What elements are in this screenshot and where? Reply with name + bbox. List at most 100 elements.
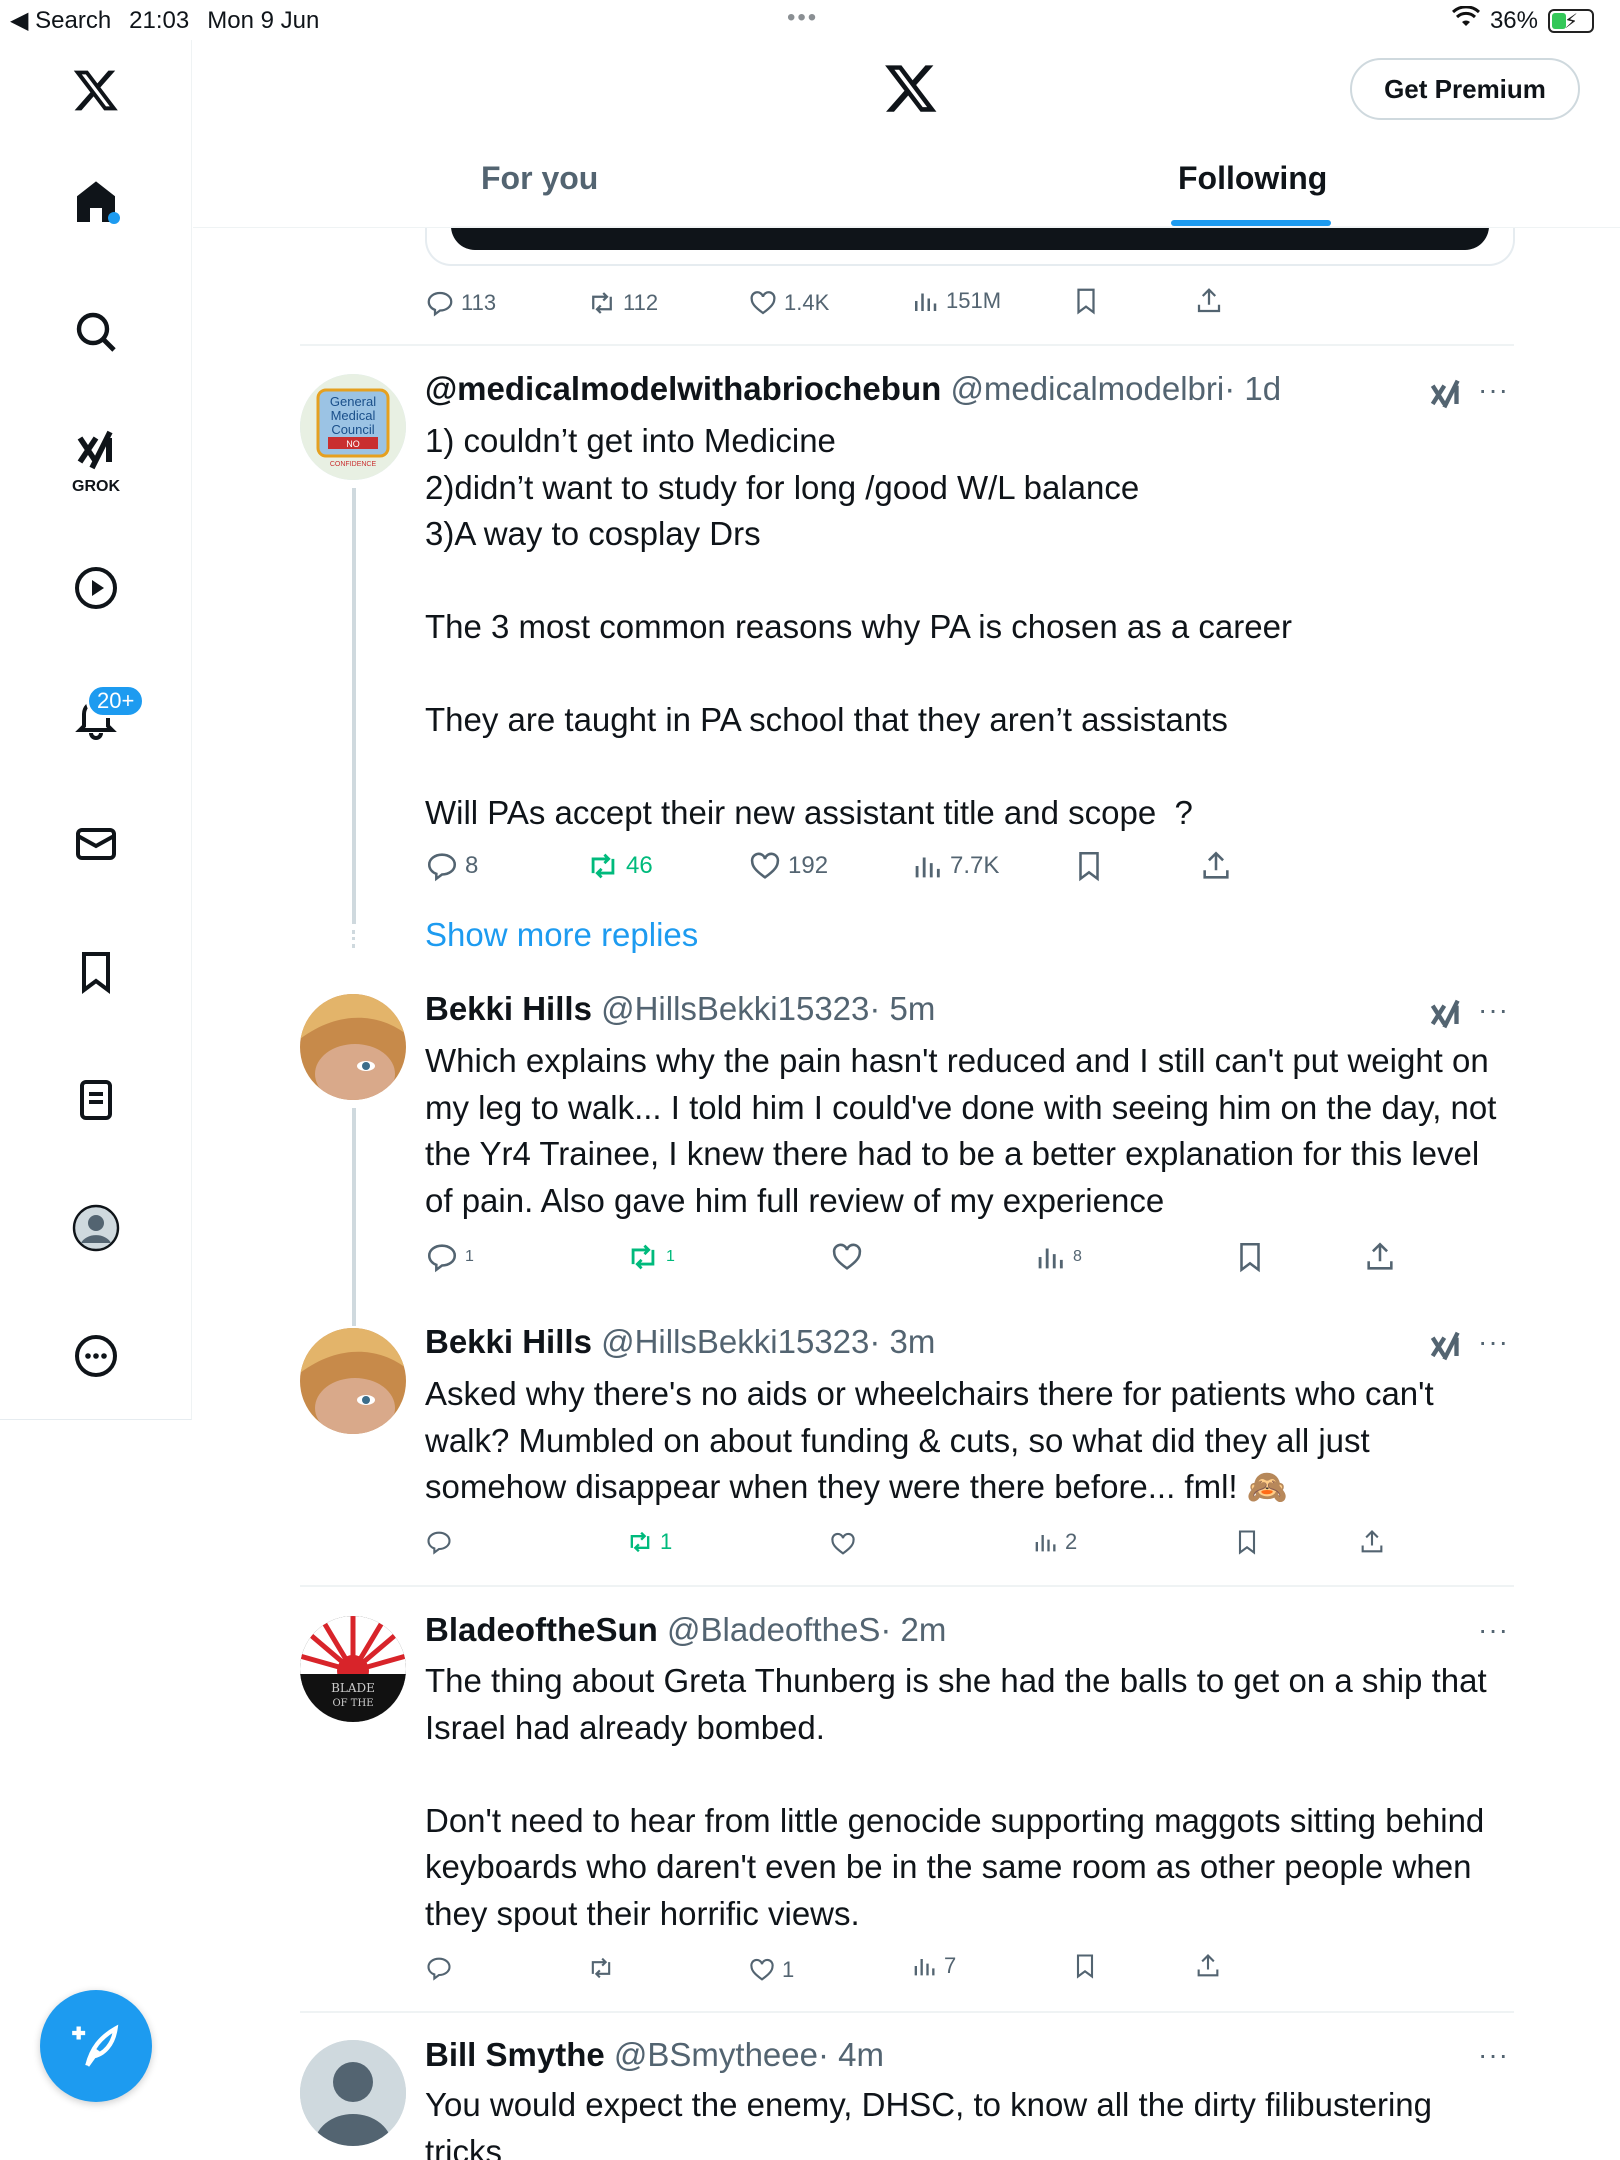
share-button[interactable] [1199, 849, 1233, 883]
reply-button[interactable] [425, 1954, 459, 1982]
sidebar-nav: GROK 20+ [0, 40, 192, 1420]
post-more-options-icon[interactable]: ··· [1478, 994, 1509, 1026]
avatar[interactable] [300, 994, 406, 1100]
active-tab-indicator [1171, 220, 1331, 226]
post-header: BladeoftheSun @BladeoftheS· 2m [425, 1611, 946, 1649]
author-name[interactable]: Bill Smythe [425, 2036, 605, 2073]
profile-avatar-icon[interactable] [56, 1188, 136, 1268]
reply-icon [427, 1244, 457, 1273]
reply-button[interactable] [425, 1528, 459, 1556]
svg-text:General: General [330, 394, 376, 409]
post-more-options-icon[interactable]: ··· [1478, 1326, 1509, 1358]
compose-post-button[interactable] [40, 1990, 152, 2102]
show-more-replies-link[interactable]: Show more replies [425, 916, 698, 954]
search-icon[interactable] [56, 292, 136, 372]
repost-icon [591, 1957, 611, 1979]
tab-for-you[interactable]: For you [481, 160, 598, 197]
status-bar: ◀ Search 21:03 Mon 9 Jun ••• 36% ⚡ [0, 0, 1620, 40]
grok-explain-icon[interactable] [1426, 374, 1466, 419]
messages-mail-icon[interactable] [56, 804, 136, 884]
author-name[interactable]: BladeoftheSun [425, 1611, 658, 1648]
bookmark-icon [1079, 851, 1099, 882]
bookmark-button[interactable] [1071, 286, 1101, 316]
like-button[interactable]: 1.4K [748, 288, 829, 318]
post-more-options-icon[interactable]: ··· [1478, 374, 1509, 406]
bookmarks-icon[interactable] [56, 932, 136, 1012]
home-icon[interactable] [56, 162, 136, 242]
x-logo-icon[interactable] [56, 50, 136, 130]
repost-icon [592, 292, 612, 314]
post-time: · 2m [880, 1611, 947, 1648]
more-options-icon[interactable] [56, 1316, 136, 1396]
author-handle[interactable]: @HillsBekki15323 [601, 990, 869, 1027]
share-button[interactable] [1194, 286, 1224, 316]
repost-button[interactable]: 1 [626, 1240, 675, 1274]
heart-icon [831, 1532, 855, 1555]
author-handle[interactable]: @HillsBekki15323 [601, 1323, 869, 1360]
views-chart-icon [914, 1959, 935, 1976]
post-header: @medicalmodelwithabriochebun @medicalmod… [425, 370, 1281, 408]
share-button[interactable] [1358, 1528, 1386, 1556]
like-button[interactable] [830, 1240, 870, 1274]
author-name[interactable]: Bekki Hills [425, 990, 592, 1027]
post-more-options-icon[interactable]: ··· [1478, 2039, 1509, 2071]
reply-count: 1 [465, 1248, 474, 1265]
grok-explain-icon[interactable] [1426, 1326, 1466, 1371]
thread-line [352, 488, 356, 924]
view-count: 2 [1065, 1529, 1078, 1554]
bookmark-button[interactable] [1233, 1240, 1267, 1274]
bookmark-icon [1076, 1954, 1094, 1979]
author-handle[interactable]: @BSmytheee [614, 2036, 818, 2073]
views-button[interactable]: 8 [1033, 1240, 1082, 1274]
repost-button[interactable]: 46 [586, 849, 653, 883]
bookmark-button[interactable] [1233, 1528, 1261, 1556]
avatar[interactable] [300, 1328, 406, 1434]
views-chart-icon [915, 293, 937, 311]
previous-post-media-card[interactable] [425, 226, 1515, 266]
author-handle[interactable]: @medicalmodelbri [950, 370, 1224, 407]
avatar[interactable]: General Medical Council NO CONFIDENCE [300, 374, 406, 480]
like-count: 192 [788, 852, 829, 879]
author-name[interactable]: @medicalmodelwithabriochebun [425, 370, 941, 407]
reply-button[interactable]: 1 [425, 1240, 474, 1274]
repost-button[interactable] [587, 1954, 621, 1982]
video-icon[interactable] [56, 548, 136, 628]
like-button[interactable]: 192 [748, 849, 828, 883]
author-name[interactable]: Bekki Hills [425, 1323, 592, 1360]
post-text: You would expect the enemy, DHSC, to kno… [425, 2086, 1442, 2160]
view-count: 7 [944, 1953, 957, 1978]
x-logo-icon[interactable] [883, 60, 939, 121]
get-premium-button[interactable]: Get Premium [1350, 58, 1580, 120]
reply-button[interactable]: 113 [425, 288, 496, 318]
reply-button[interactable]: 8 [425, 849, 478, 883]
views-button[interactable]: 2 [1031, 1528, 1077, 1556]
heart-icon [750, 852, 780, 879]
share-button[interactable] [1194, 1952, 1222, 1980]
reply-icon [427, 1531, 451, 1555]
post-more-options-icon[interactable]: ··· [1478, 1614, 1509, 1646]
repost-button[interactable]: 112 [587, 288, 658, 318]
tab-following[interactable]: Following [1178, 160, 1327, 197]
author-handle[interactable]: @BladeoftheS [667, 1611, 880, 1648]
view-count: 7.7K [950, 852, 1000, 879]
multitask-dots-icon[interactable]: ••• [787, 4, 818, 32]
bookmark-button[interactable] [1071, 1952, 1099, 1980]
repost-button[interactable]: 1 [626, 1528, 672, 1556]
grok-explain-icon[interactable] [1426, 994, 1466, 1039]
views-button[interactable]: 7 [910, 1952, 956, 1980]
lists-icon[interactable] [56, 1060, 136, 1140]
like-button[interactable] [829, 1530, 863, 1558]
avatar[interactable] [300, 2040, 406, 2146]
share-button[interactable] [1363, 1240, 1397, 1274]
repost-icon [630, 1531, 650, 1553]
avatar[interactable]: BLADE OF THE [300, 1616, 406, 1722]
post-header: Bekki Hills @HillsBekki15323· 5m [425, 990, 935, 1028]
like-button[interactable]: 1 [748, 1956, 794, 1984]
views-button[interactable]: 151M [910, 286, 1001, 316]
bookmark-button[interactable] [1072, 849, 1106, 883]
post-time: · 1d [1224, 370, 1282, 407]
repost-icon [631, 1244, 655, 1270]
like-count: 1 [782, 1957, 795, 1982]
views-button[interactable]: 7.7K [910, 849, 999, 883]
back-to-search-link[interactable]: ◀ Search [10, 6, 111, 35]
